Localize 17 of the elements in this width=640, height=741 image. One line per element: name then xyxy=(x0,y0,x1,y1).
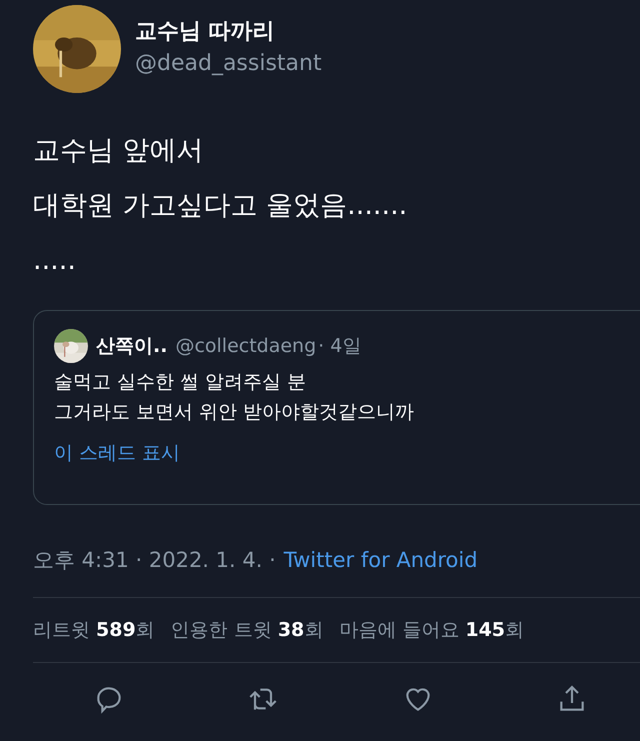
quote-author-handle: @collectdaeng xyxy=(175,334,316,359)
tweet-text: ..... xyxy=(33,244,77,278)
quote-text: 술먹고 실수한 썰 알려주실 분 xyxy=(54,370,308,395)
engagement-count[interactable]: 마음에 들어요 145회 xyxy=(339,616,524,644)
tweet-timestamp: 오후 4:31 · 2022. 1. 4. · xyxy=(33,547,276,574)
quote-text: 그거라도 보면서 위안 받아야할것같으니까 xyxy=(54,400,416,425)
quote-card[interactable]: 산쪽이.. @collectdaeng· 4일 술먹고 실수한 썰 알려주실 분 그거라도 보면서 위안 받아야할것같으니까 이 스레드 표시 xyxy=(33,310,640,505)
tweet-text: 대학원 가고싶다고 울었음....... xyxy=(33,189,408,223)
quote-age: · 4일 xyxy=(318,334,362,359)
source-link[interactable]: Twitter for Android xyxy=(284,545,478,576)
author-name: 교수님 따까리 xyxy=(135,18,276,46)
engagement-count[interactable]: 리트윗 589회 xyxy=(33,616,155,644)
engagement-count[interactable]: 인용한 트윗 38회 xyxy=(170,616,324,644)
quote-author-name: 산쪽이.. xyxy=(96,334,168,359)
tweet-text: 교수님 앞에서 xyxy=(33,134,205,168)
show-thread-link[interactable]: 이 스레드 표시 xyxy=(54,439,180,468)
author-handle: @dead_assistant xyxy=(135,50,322,78)
